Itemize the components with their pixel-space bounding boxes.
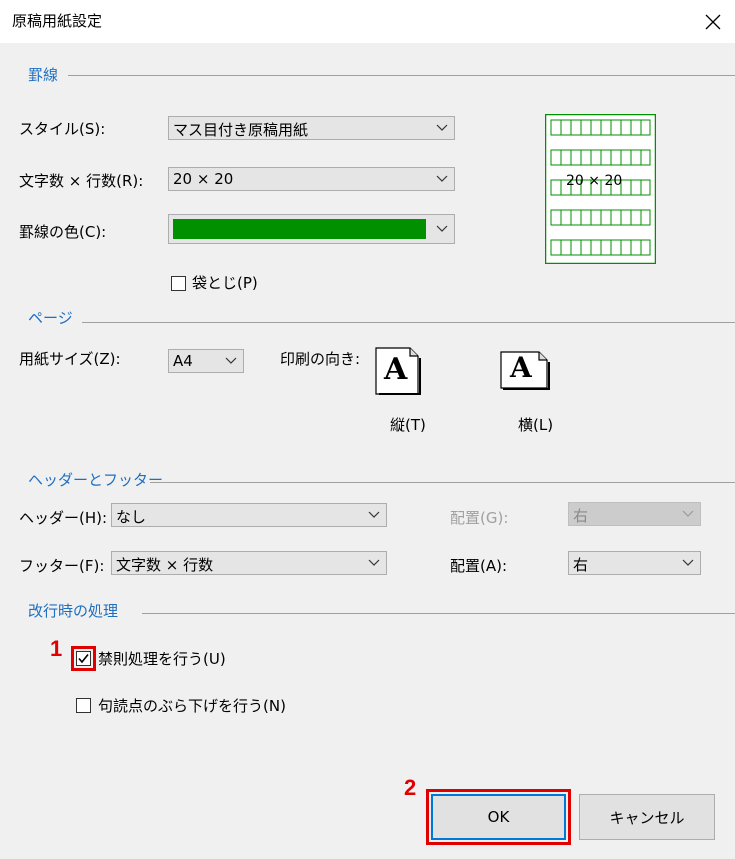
chevron-down-icon — [225, 357, 237, 364]
fukuro-label: 袋とじ(P) — [192, 274, 258, 292]
group-divider-keisen — [68, 75, 735, 76]
color-label: 罫線の色(C): — [19, 223, 107, 241]
portrait-option[interactable]: A — [372, 346, 424, 396]
ok-button[interactable]: OK — [431, 794, 566, 840]
close-button[interactable] — [690, 0, 735, 43]
header-align-value: 右 — [573, 507, 589, 525]
color-select[interactable] — [168, 214, 455, 244]
paper-size-value: A4 — [173, 352, 193, 370]
chevron-down-icon — [436, 124, 448, 131]
header-align-label: 配置(G): — [450, 509, 509, 527]
title-bar: 原稿用紙設定 — [0, 0, 735, 43]
grid-preview-graphic — [544, 113, 657, 265]
footer-align-label: 配置(A): — [450, 557, 508, 575]
kinsoku-checkbox[interactable] — [76, 651, 91, 666]
annotation-step-2: 2 — [404, 775, 417, 800]
group-label-page: ページ — [28, 309, 73, 327]
kutoten-checkbox[interactable] — [76, 698, 91, 713]
chevron-down-icon — [436, 175, 448, 182]
window-title: 原稿用紙設定 — [12, 12, 103, 30]
chevron-down-icon — [368, 511, 380, 518]
header-label: ヘッダー(H): — [19, 509, 108, 527]
header-select[interactable]: なし — [111, 503, 387, 527]
kinsoku-label: 禁則処理を行う(U) — [98, 650, 226, 668]
landscape-icon-letter: A — [510, 351, 532, 384]
group-label-keisen: 罫線 — [28, 66, 59, 84]
header-select-value: なし — [116, 508, 147, 526]
cancel-button[interactable]: キャンセル — [579, 794, 715, 840]
footer-label: フッター(F): — [19, 557, 105, 575]
footer-align-select[interactable]: 右 — [568, 551, 701, 575]
group-label-header-footer: ヘッダーとフッター — [28, 471, 164, 489]
group-divider-header-footer — [150, 482, 735, 483]
count-label: 文字数 × 行数(R): — [19, 172, 144, 190]
group-divider-page — [82, 322, 735, 323]
paper-size-select[interactable]: A4 — [168, 349, 244, 373]
footer-align-value: 右 — [573, 556, 589, 574]
count-select-value: 20 × 20 — [173, 170, 234, 188]
close-icon — [705, 14, 720, 29]
chevron-down-icon — [436, 225, 448, 232]
checkmark-icon — [78, 654, 89, 664]
header-align-select: 右 — [568, 502, 701, 526]
landscape-option[interactable]: A — [499, 350, 551, 392]
footer-select[interactable]: 文字数 × 行数 — [111, 551, 387, 575]
ok-button-label: OK — [487, 808, 510, 826]
color-swatch — [173, 219, 426, 239]
chevron-down-icon — [682, 510, 694, 517]
portrait-label: 縦(T) — [390, 416, 426, 434]
paper-size-label: 用紙サイズ(Z): — [19, 350, 121, 368]
landscape-label: 横(L) — [518, 416, 554, 434]
fukuro-checkbox[interactable] — [171, 276, 186, 291]
annotation-step-1: 1 — [50, 636, 63, 661]
chevron-down-icon — [682, 559, 694, 566]
kutoten-label: 句読点のぶら下げを行う(N) — [98, 697, 286, 715]
orientation-label: 印刷の向き: — [280, 350, 361, 368]
style-select-value: マス目付き原稿用紙 — [173, 121, 309, 139]
count-select[interactable]: 20 × 20 — [168, 167, 455, 191]
style-label: スタイル(S): — [19, 120, 106, 138]
footer-select-value: 文字数 × 行数 — [116, 556, 214, 574]
portrait-icon-letter: A — [384, 352, 408, 387]
group-divider-linebreak — [142, 613, 735, 614]
cancel-button-label: キャンセル — [609, 808, 685, 827]
group-label-linebreak: 改行時の処理 — [28, 602, 119, 620]
chevron-down-icon — [368, 559, 380, 566]
grid-preview: 20 × 20 — [544, 113, 657, 265]
grid-preview-text: 20 × 20 — [566, 173, 623, 189]
style-select[interactable]: マス目付き原稿用紙 — [168, 116, 455, 140]
